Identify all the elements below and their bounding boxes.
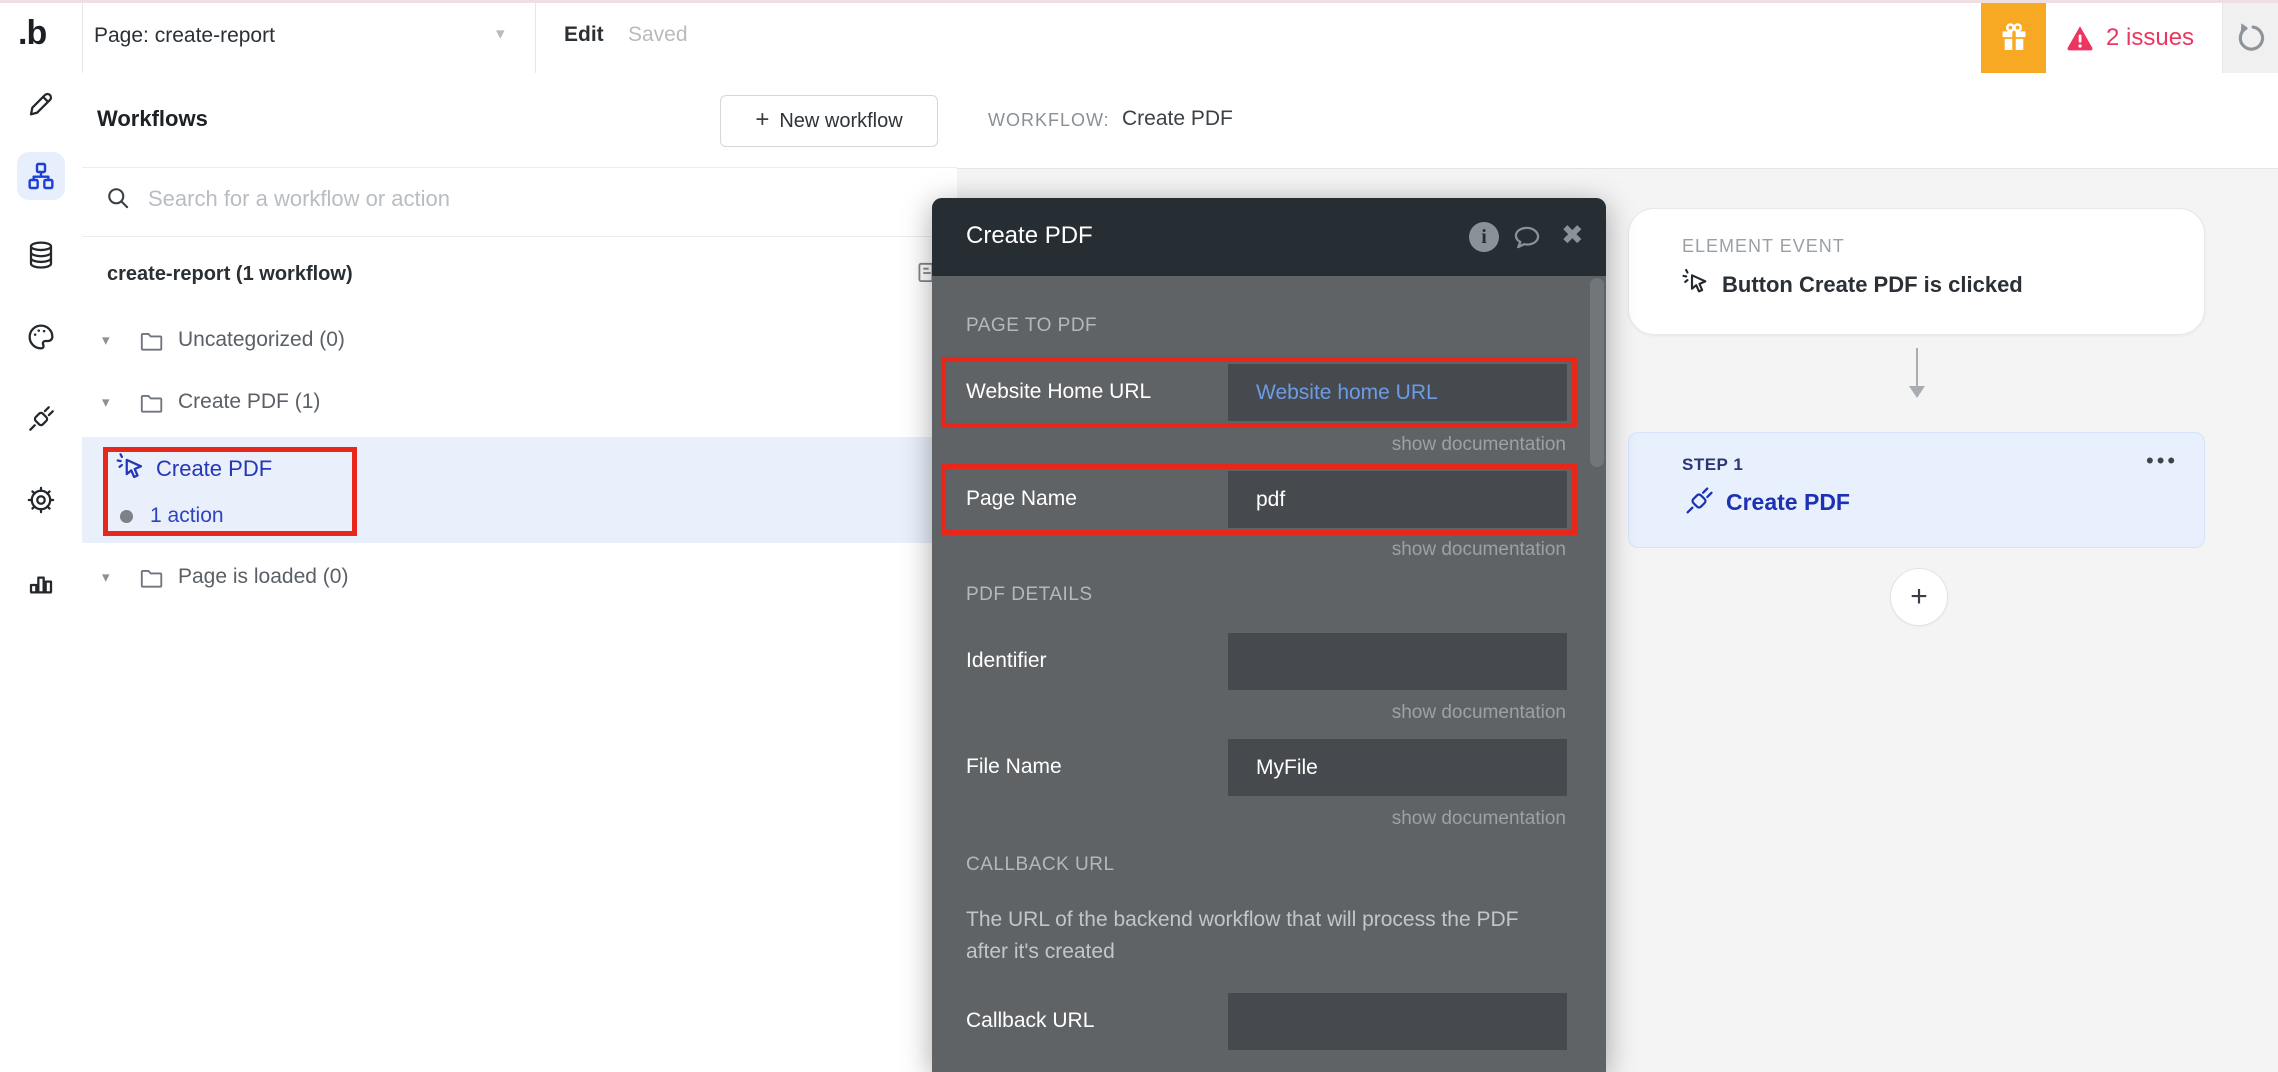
- chevron-down-icon[interactable]: ▾: [496, 24, 505, 44]
- flow-arrow-icon: [1909, 386, 1925, 398]
- caret-down-icon[interactable]: ▾: [102, 393, 110, 411]
- comment-icon[interactable]: [1511, 222, 1543, 254]
- search-input[interactable]: [146, 178, 710, 220]
- toolbar-divider: [82, 3, 83, 73]
- callback-description: The URL of the backend workflow that wil…: [966, 908, 1519, 963]
- chart-icon[interactable]: [25, 565, 57, 597]
- workflow-icon[interactable]: [25, 160, 57, 192]
- selected-workflow-title[interactable]: Create PDF: [156, 456, 272, 482]
- edit-tab[interactable]: Edit: [564, 23, 604, 47]
- show-documentation-link[interactable]: show documentation: [1392, 539, 1566, 561]
- field-label-identifier: Identifier: [966, 649, 1047, 672]
- plug-icon[interactable]: [25, 403, 57, 435]
- cursor-click-icon: [1680, 266, 1712, 298]
- step-card-title: Create PDF: [1726, 489, 1850, 515]
- refresh-icon: [2233, 20, 2269, 56]
- palette-icon[interactable]: [25, 321, 57, 353]
- search-icon: [104, 184, 132, 212]
- folder-row-page-is-loaded[interactable]: Page is loaded (0): [178, 565, 348, 589]
- issues-count: 2 issues: [2106, 24, 2195, 51]
- event-card-title: Button Create PDF is clicked: [1722, 272, 2023, 297]
- field-label-file-name: File Name: [966, 755, 1062, 778]
- bubble-logo[interactable]: .b: [18, 14, 64, 53]
- toolbar-divider: [535, 3, 536, 73]
- selected-workflow-action-count[interactable]: 1 action: [150, 504, 224, 528]
- close-icon[interactable]: ✖: [1561, 220, 1584, 251]
- workflow-label: WORKFLOW:: [988, 110, 1110, 130]
- divider: [82, 167, 957, 168]
- gear-icon[interactable]: [25, 484, 57, 516]
- section-label: CALLBACK URL: [966, 854, 1115, 875]
- gift-button[interactable]: [1981, 3, 2046, 73]
- field-input-page-name[interactable]: pdf: [1228, 471, 1567, 528]
- info-icon[interactable]: i: [1469, 222, 1499, 252]
- saved-status: Saved: [628, 23, 688, 46]
- plus-icon: +: [755, 106, 770, 133]
- refresh-button[interactable]: [2223, 3, 2278, 73]
- cursor-click-icon: [114, 450, 148, 484]
- field-label-website-home-url: Website Home URL: [966, 380, 1152, 403]
- field-label-callback-url: Callback URL: [966, 1009, 1095, 1032]
- field-label-page-name: Page Name: [966, 487, 1077, 510]
- tree-header: create-report (1 workflow): [107, 263, 353, 285]
- divider: [82, 236, 957, 237]
- plus-icon: +: [1910, 580, 1928, 613]
- caret-down-icon[interactable]: ▾: [102, 331, 110, 349]
- info-glyph: i: [1481, 225, 1487, 248]
- new-workflow-label: New workflow: [779, 109, 903, 132]
- show-documentation-link[interactable]: show documentation: [1392, 808, 1566, 830]
- field-input-callback-url[interactable]: [1228, 993, 1567, 1050]
- add-step-button[interactable]: +: [1890, 568, 1948, 626]
- flow-connector-line: [1916, 348, 1918, 386]
- section-label: PAGE TO PDF: [966, 315, 1098, 336]
- warning-icon: [2064, 22, 2096, 54]
- issues-indicator[interactable]: 2 issues: [2064, 3, 2194, 73]
- bullet-icon: [120, 510, 133, 523]
- folder-row-create-pdf[interactable]: Create PDF (1): [178, 390, 320, 414]
- gift-icon: [1996, 20, 2032, 56]
- plugin-action-icon: [1682, 484, 1716, 518]
- new-workflow-button[interactable]: + New workflow: [720, 95, 938, 147]
- step-card-kicker: STEP 1: [1682, 455, 1744, 474]
- caret-down-icon[interactable]: ▾: [102, 568, 110, 586]
- field-input-file-name[interactable]: MyFile: [1228, 739, 1567, 796]
- top-toolbar: [0, 3, 2278, 74]
- panel-title: Workflows: [97, 106, 208, 131]
- modal-title: Create PDF: [966, 222, 1093, 249]
- section-label: PDF DETAILS: [966, 584, 1093, 605]
- action-properties-modal: Create PDF i ✖ PAGE TO PDF Website Home …: [932, 198, 1606, 1072]
- event-card-kicker: ELEMENT EVENT: [1682, 236, 1845, 256]
- show-documentation-link[interactable]: show documentation: [1392, 434, 1566, 456]
- field-input-identifier[interactable]: [1228, 633, 1567, 690]
- modal-scrollbar[interactable]: [1590, 278, 1604, 467]
- pencil-icon[interactable]: [25, 87, 57, 119]
- folder-icon: [138, 328, 164, 354]
- folder-icon: [138, 565, 164, 591]
- folder-row-uncategorized[interactable]: Uncategorized (0): [178, 328, 345, 352]
- step-menu-dots-icon[interactable]: •••: [2146, 448, 2178, 474]
- database-icon[interactable]: [25, 239, 57, 271]
- field-input-website-home-url[interactable]: Website home URL: [1228, 364, 1567, 421]
- folder-icon: [138, 390, 164, 416]
- workflow-name: Create PDF: [1122, 107, 1233, 130]
- show-documentation-link[interactable]: show documentation: [1392, 702, 1566, 724]
- page-selector[interactable]: Page: create-report: [94, 24, 275, 48]
